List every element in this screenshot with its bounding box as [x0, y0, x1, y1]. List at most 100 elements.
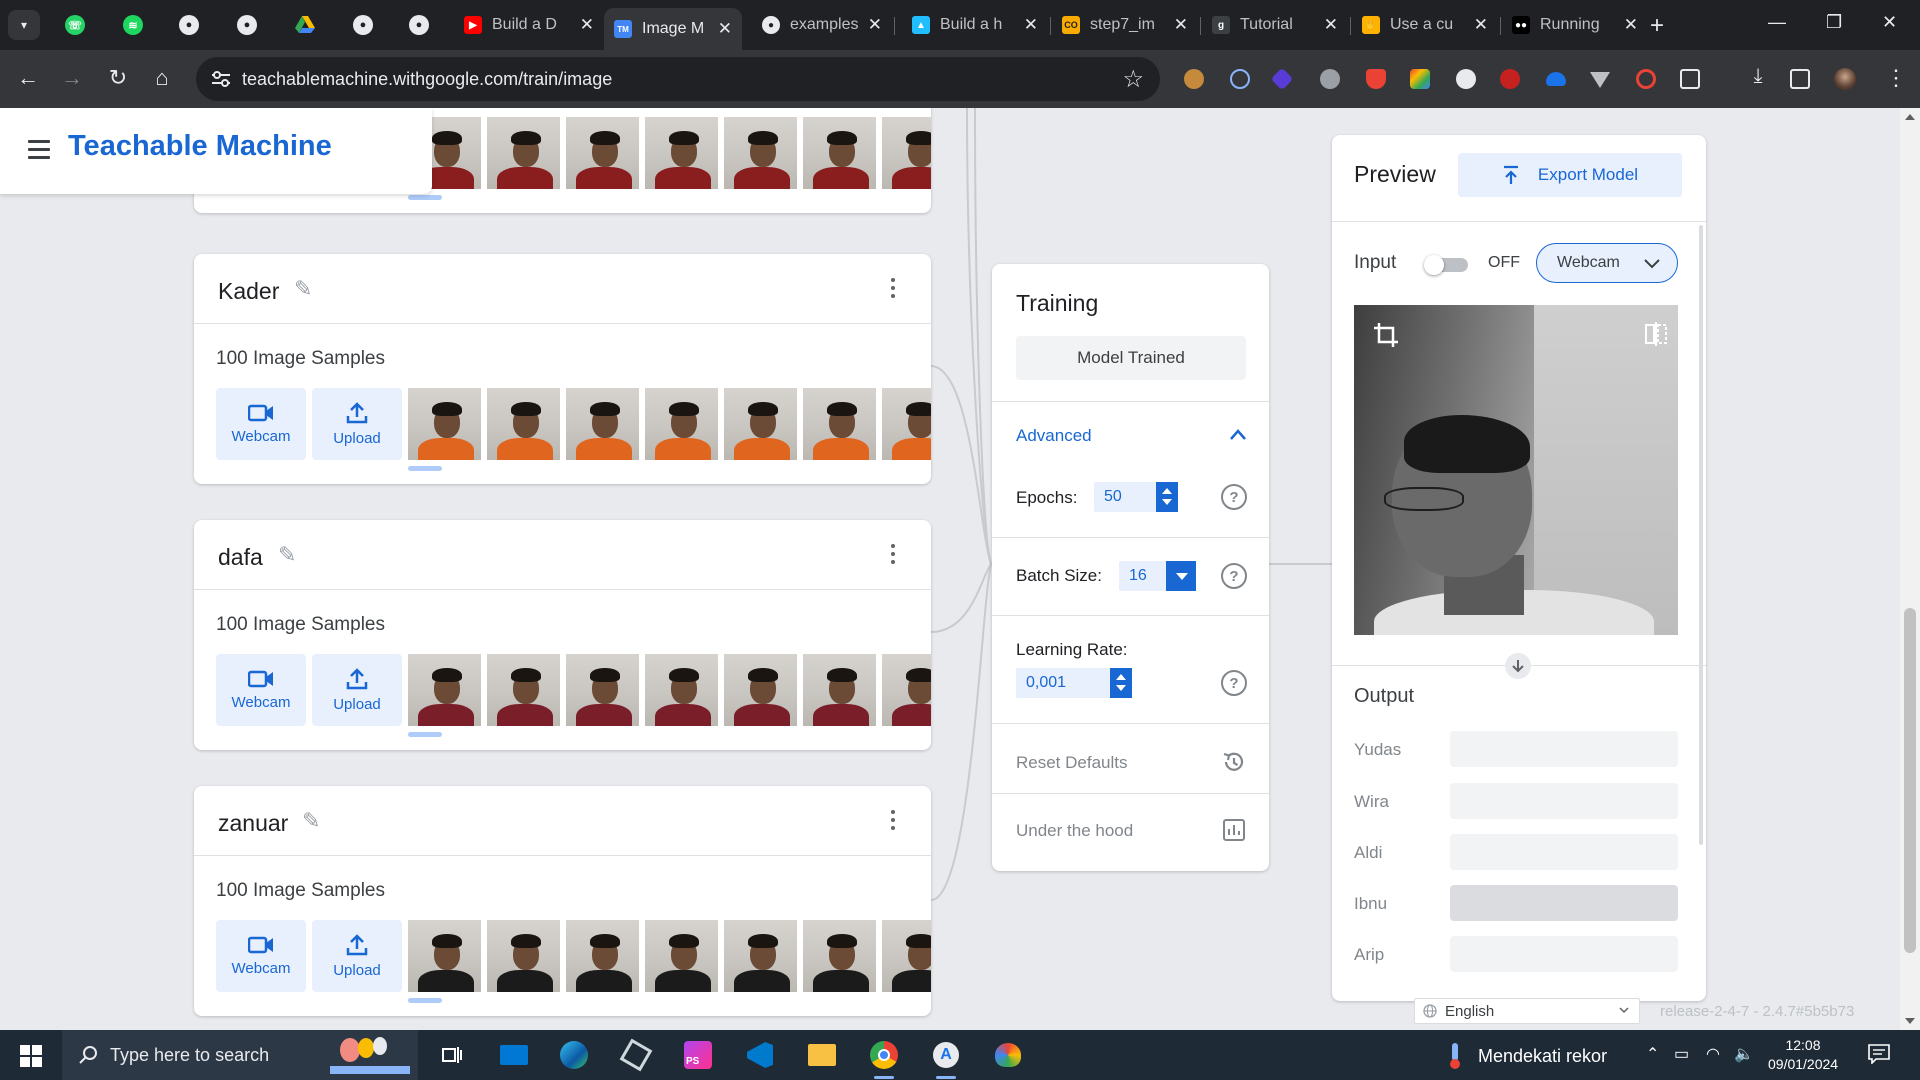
pinned-tab-github-1[interactable]: ●	[168, 9, 210, 41]
input-source-dropdown[interactable]: Webcam	[1536, 243, 1678, 283]
weather-widget[interactable]: Mendekati rekor	[1448, 1042, 1607, 1070]
help-icon[interactable]: ?	[1221, 670, 1247, 696]
scroll-up-arrow[interactable]	[1905, 114, 1915, 120]
forward-button[interactable]: →	[58, 65, 86, 91]
class-name[interactable]: zanuar	[218, 810, 288, 837]
sample-thumbnails[interactable]	[408, 654, 931, 726]
tab-teachable-machine[interactable]: TM Image M ✕	[604, 8, 742, 50]
tab-tutorial[interactable]: g Tutorial ✕	[1202, 8, 1348, 42]
tab-examples[interactable]: ● examples ✕	[752, 8, 892, 42]
scroll-down-arrow[interactable]	[1905, 1018, 1915, 1024]
back-button[interactable]: ←	[14, 65, 42, 91]
tab-colab[interactable]: CO step7_im ✕	[1052, 8, 1198, 42]
export-model-button[interactable]: Export Model	[1458, 153, 1682, 197]
android-studio-icon[interactable]: A	[930, 1039, 962, 1079]
thumbnail-scroll-indicator[interactable]	[408, 195, 442, 200]
new-tab-button[interactable]: +	[1650, 12, 1664, 40]
download-icon[interactable]: ⤓	[1744, 65, 1772, 88]
under-the-hood-button[interactable]: Under the hood	[1016, 821, 1133, 841]
address-bar[interactable]: teachablemachine.withgoogle.com/train/im…	[196, 57, 1160, 101]
edge-icon[interactable]	[558, 1039, 590, 1071]
home-button[interactable]: ⌂	[148, 65, 176, 91]
flip-icon[interactable]	[1644, 321, 1668, 347]
dropdown-arrow-icon[interactable]	[1166, 561, 1196, 591]
close-tab-icon[interactable]: ✕	[868, 15, 882, 35]
reload-button[interactable]: ↻	[104, 65, 132, 91]
edit-pencil-icon[interactable]: ✎	[302, 808, 320, 834]
edit-pencil-icon[interactable]: ✎	[278, 542, 296, 568]
sample-thumbnails[interactable]	[408, 920, 931, 992]
tab-use-a-custom[interactable]: ✋ Use a cu ✕	[1352, 8, 1498, 42]
windows-start-icon[interactable]	[20, 1045, 42, 1067]
tab-running[interactable]: ●● Running ✕	[1502, 8, 1648, 42]
browser-menu-icon[interactable]: ⋮	[1882, 65, 1910, 91]
crop-icon[interactable]	[1372, 321, 1400, 349]
paint-icon[interactable]	[992, 1039, 1024, 1071]
close-window-button[interactable]: ✕	[1882, 12, 1897, 33]
tab-youtube[interactable]: ▶ Build a D ✕	[454, 8, 604, 42]
vue-devtools-icon[interactable]	[1590, 72, 1610, 88]
side-panel-icon[interactable]	[1790, 69, 1810, 89]
show-hidden-icons[interactable]: ⌃	[1646, 1044, 1659, 1064]
page-scrollbar[interactable]	[1900, 108, 1920, 1030]
batch-size-select[interactable]: 16	[1119, 561, 1196, 591]
upload-button[interactable]: Upload	[312, 388, 402, 460]
wifi-icon[interactable]: ◠	[1706, 1044, 1720, 1064]
thumbnail-scroll-indicator[interactable]	[408, 998, 442, 1003]
hamburger-menu-icon[interactable]	[28, 140, 50, 164]
upload-button[interactable]: Upload	[312, 654, 402, 726]
cookie-extension-icon[interactable]	[1184, 69, 1204, 89]
close-tab-icon[interactable]: ✕	[1624, 15, 1638, 35]
pinned-tab-github-3[interactable]: ●	[342, 9, 384, 41]
thumbnail-scroll-indicator[interactable]	[408, 732, 442, 737]
pinned-tab-drive[interactable]	[284, 9, 326, 41]
mail-icon[interactable]	[498, 1039, 530, 1071]
shield-extension-icon[interactable]	[1366, 69, 1386, 89]
volume-icon[interactable]: 🔈	[1734, 1044, 1754, 1064]
clock[interactable]: 12:08 09/01/2024	[1768, 1036, 1838, 1074]
webcam-button[interactable]: Webcam	[216, 654, 306, 726]
help-icon[interactable]: ?	[1221, 484, 1247, 510]
sample-thumbnails[interactable]	[408, 117, 931, 189]
tab-kaggle[interactable]: ▲ Build a h ✕	[902, 8, 1048, 42]
advanced-toggle[interactable]: Advanced	[1016, 426, 1092, 446]
help-icon[interactable]: ?	[1221, 563, 1247, 589]
more-options-icon[interactable]	[891, 810, 897, 834]
more-options-icon[interactable]	[891, 544, 897, 568]
vscode-icon[interactable]	[744, 1039, 776, 1071]
white-circle-extension-icon[interactable]	[1456, 69, 1476, 89]
stepper-arrows-icon[interactable]	[1110, 668, 1132, 698]
pinned-tab-spotify[interactable]: ≋	[112, 9, 154, 41]
pinned-tab-github-4[interactable]: ●	[398, 9, 440, 41]
extensions-puzzle-icon[interactable]	[1680, 69, 1700, 89]
unity-icon[interactable]	[619, 1038, 653, 1072]
input-toggle[interactable]	[1424, 255, 1470, 275]
tab-search-button[interactable]: ▾	[8, 10, 40, 40]
close-tab-icon[interactable]: ✕	[580, 15, 594, 35]
thumbnail-scroll-indicator[interactable]	[408, 466, 442, 471]
phpstorm-icon[interactable]: PS	[682, 1039, 714, 1071]
react-devtools-icon[interactable]	[1230, 69, 1250, 89]
history-icon[interactable]	[1221, 749, 1247, 775]
pinned-tab-whatsapp[interactable]: ☏	[54, 9, 96, 41]
red-badge-extension-icon[interactable]	[1636, 69, 1656, 89]
reset-defaults-button[interactable]: Reset Defaults	[1016, 753, 1128, 773]
red-extension-icon[interactable]	[1500, 69, 1520, 89]
task-view-icon[interactable]	[436, 1039, 468, 1071]
pinned-tab-github-2[interactable]: ●	[226, 9, 268, 41]
battery-icon[interactable]: ▭	[1674, 1044, 1689, 1064]
restore-button[interactable]: ❐	[1826, 12, 1842, 33]
chevron-up-icon[interactable]	[1229, 426, 1247, 444]
webcam-button[interactable]: Webcam	[216, 920, 306, 992]
minimize-button[interactable]: —	[1768, 12, 1786, 33]
close-tab-icon[interactable]: ✕	[1324, 15, 1338, 35]
close-tab-icon[interactable]: ✕	[1474, 15, 1488, 35]
close-tab-icon[interactable]: ✕	[1174, 15, 1188, 35]
upload-button[interactable]: Upload	[312, 920, 402, 992]
site-info-icon[interactable]	[210, 69, 232, 89]
profile-avatar[interactable]	[1834, 68, 1856, 90]
color-extension-icon[interactable]	[1410, 69, 1430, 89]
bookmark-star-icon[interactable]: ☆	[1122, 65, 1144, 94]
class-name[interactable]: Kader	[218, 278, 279, 305]
edit-pencil-icon[interactable]: ✎	[294, 276, 312, 302]
